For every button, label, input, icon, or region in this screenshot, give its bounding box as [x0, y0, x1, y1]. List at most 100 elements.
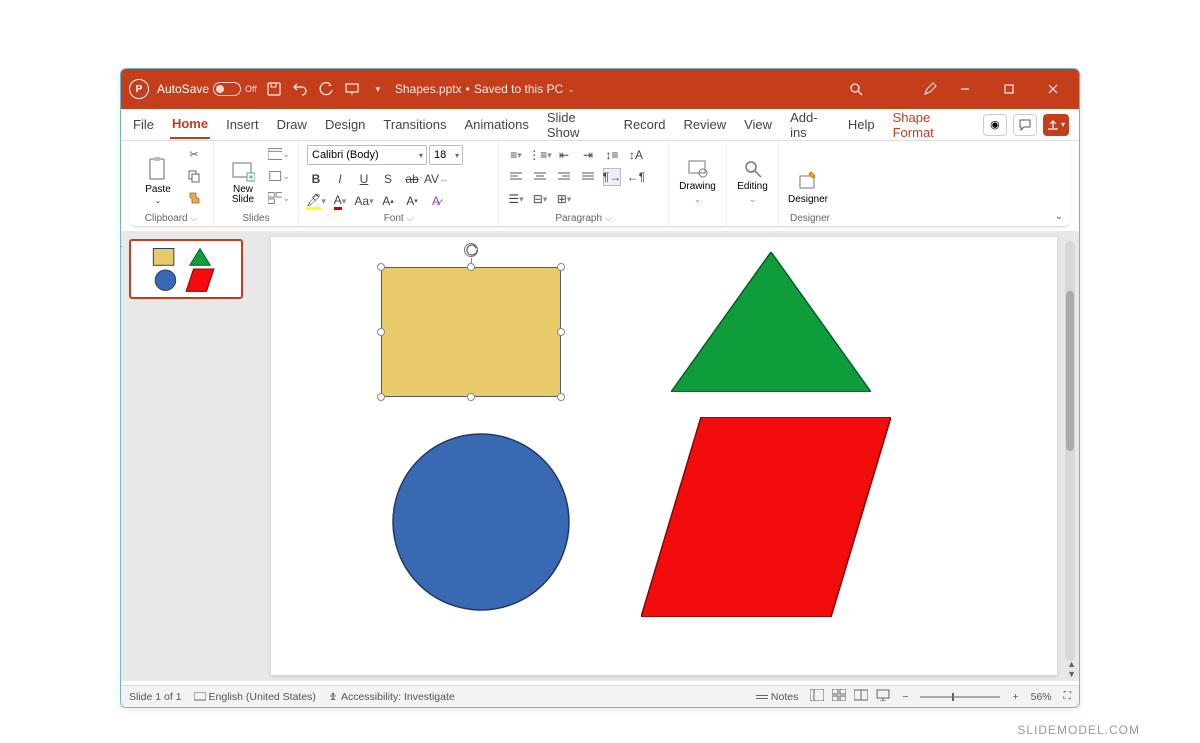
- underline-icon[interactable]: U: [355, 170, 373, 188]
- maximize-button[interactable]: [991, 75, 1027, 103]
- align-center-icon[interactable]: [531, 168, 549, 186]
- document-title[interactable]: Shapes.pptx • Saved to this PC ⌄: [395, 82, 575, 96]
- shadow-icon[interactable]: S: [379, 170, 397, 188]
- tab-draw[interactable]: Draw: [275, 111, 309, 138]
- copy-icon[interactable]: [183, 167, 205, 185]
- paste-button[interactable]: Paste ⌄: [137, 145, 179, 205]
- shape-triangle[interactable]: [671, 252, 871, 392]
- pen-icon[interactable]: [921, 80, 939, 98]
- shape-rectangle[interactable]: [381, 267, 561, 397]
- tab-design[interactable]: Design: [323, 111, 367, 138]
- ribbon-collapse-icon[interactable]: ⌄: [1055, 211, 1063, 222]
- vertical-scrollbar[interactable]: [1065, 241, 1075, 661]
- bold-icon[interactable]: B: [307, 170, 325, 188]
- accessibility-button[interactable]: Accessibility: Investigate: [328, 691, 455, 703]
- rtl-icon[interactable]: ←¶: [627, 168, 645, 186]
- drawing-button[interactable]: Drawing⌄: [677, 145, 718, 205]
- tab-transitions[interactable]: Transitions: [381, 111, 448, 138]
- save-icon[interactable]: [265, 80, 283, 98]
- text-direction-icon[interactable]: ↕A: [627, 146, 645, 164]
- cut-icon[interactable]: ✂: [183, 145, 205, 163]
- redo-icon[interactable]: [317, 80, 335, 98]
- search-icon[interactable]: [847, 80, 865, 98]
- resize-handle[interactable]: [377, 263, 385, 271]
- slide-thumbnail-1[interactable]: [129, 239, 243, 299]
- new-slide-button[interactable]: New Slide: [222, 145, 264, 205]
- ltr-icon[interactable]: ¶→: [603, 168, 621, 186]
- tab-insert[interactable]: Insert: [224, 111, 261, 138]
- shape-parallelogram[interactable]: [641, 417, 891, 617]
- clear-format-icon[interactable]: A̷: [427, 192, 445, 210]
- indent-inc-icon[interactable]: ⇥: [579, 146, 597, 164]
- justify-icon[interactable]: [579, 168, 597, 186]
- tab-help[interactable]: Help: [846, 111, 877, 138]
- present-icon[interactable]: [343, 80, 361, 98]
- resize-handle[interactable]: [557, 328, 565, 336]
- zoom-level[interactable]: 56%: [1031, 691, 1052, 703]
- indent-dec-icon[interactable]: ⇤: [555, 146, 573, 164]
- tab-view[interactable]: View: [742, 111, 774, 138]
- tab-record[interactable]: Record: [622, 111, 668, 138]
- reset-icon[interactable]: ⌄: [268, 167, 290, 185]
- align-right-icon[interactable]: [555, 168, 573, 186]
- language-button[interactable]: English (United States): [194, 691, 316, 703]
- grow-font-icon[interactable]: A▴: [379, 192, 397, 210]
- slideshow-view-icon[interactable]: [876, 689, 890, 704]
- layout-icon[interactable]: ⌄: [268, 145, 290, 163]
- resize-handle[interactable]: [467, 263, 475, 271]
- zoom-in-button[interactable]: +: [1012, 691, 1018, 703]
- camera-button[interactable]: ◉: [983, 114, 1007, 136]
- zoom-out-button[interactable]: −: [902, 691, 908, 703]
- toggle-icon[interactable]: [213, 82, 241, 96]
- align-left-icon[interactable]: [507, 168, 525, 186]
- comments-button[interactable]: [1013, 114, 1037, 136]
- resize-handle[interactable]: [467, 393, 475, 401]
- highlight-icon[interactable]: 🖊▾: [307, 192, 325, 210]
- close-button[interactable]: [1035, 75, 1071, 103]
- resize-handle[interactable]: [557, 263, 565, 271]
- slide-canvas[interactable]: [271, 237, 1057, 675]
- fit-to-window-icon[interactable]: ⛶: [1064, 690, 1071, 703]
- columns-icon[interactable]: ☰▾: [507, 190, 525, 208]
- zoom-slider[interactable]: [920, 696, 1000, 698]
- section-icon[interactable]: ⌄: [268, 189, 290, 207]
- undo-icon[interactable]: [291, 80, 309, 98]
- resize-handle[interactable]: [377, 393, 385, 401]
- align-text-icon[interactable]: ⊟▾: [531, 190, 549, 208]
- shrink-font-icon[interactable]: A▾: [403, 192, 421, 210]
- numbering-icon[interactable]: ⋮≡▾: [531, 146, 549, 164]
- italic-icon[interactable]: I: [331, 170, 349, 188]
- tab-shape-format[interactable]: Shape Format: [891, 104, 969, 146]
- tab-slideshow[interactable]: Slide Show: [545, 104, 608, 146]
- spacing-icon[interactable]: AV↔: [427, 170, 445, 188]
- font-size-select[interactable]: 18▾: [429, 145, 463, 165]
- tab-addins[interactable]: Add-ins: [788, 104, 832, 146]
- rotate-handle-icon[interactable]: [464, 243, 478, 257]
- font-color-icon[interactable]: A▾: [331, 192, 349, 210]
- designer-button[interactable]: Designer: [787, 145, 829, 205]
- notes-button[interactable]: Notes: [756, 691, 798, 703]
- strike-icon[interactable]: ab: [403, 170, 421, 188]
- autosave-toggle[interactable]: AutoSave Off: [157, 82, 257, 96]
- normal-view-icon[interactable]: [810, 689, 824, 704]
- editing-button[interactable]: Editing⌄: [735, 145, 770, 205]
- share-button[interactable]: ▾: [1043, 114, 1069, 136]
- line-spacing-icon[interactable]: ↕≡: [603, 146, 621, 164]
- format-painter-icon[interactable]: [183, 189, 205, 207]
- tab-file[interactable]: File: [131, 111, 156, 138]
- minimize-button[interactable]: [947, 75, 983, 103]
- shape-circle[interactable]: [391, 432, 571, 612]
- slide-nav-arrows[interactable]: ▲▼: [1067, 659, 1076, 679]
- tab-home[interactable]: Home: [170, 110, 210, 139]
- font-name-select[interactable]: Calibri (Body)▾: [307, 145, 427, 165]
- sorter-view-icon[interactable]: [832, 689, 846, 704]
- tab-animations[interactable]: Animations: [463, 111, 531, 138]
- resize-handle[interactable]: [377, 328, 385, 336]
- resize-handle[interactable]: [557, 393, 565, 401]
- smartart-icon[interactable]: ⊞▾: [555, 190, 573, 208]
- bullets-icon[interactable]: ≡▾: [507, 146, 525, 164]
- tab-review[interactable]: Review: [681, 111, 728, 138]
- change-case-icon[interactable]: Aa▾: [355, 192, 373, 210]
- reading-view-icon[interactable]: [854, 689, 868, 704]
- qat-dropdown-icon[interactable]: ▾: [369, 80, 387, 98]
